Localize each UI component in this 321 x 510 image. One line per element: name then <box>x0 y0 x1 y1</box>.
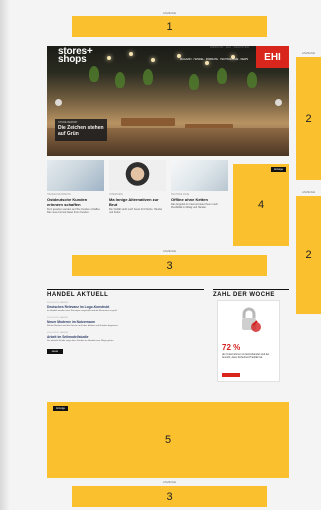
ad-label: Anzeige <box>301 51 316 55</box>
news-item[interactable]: 03.04.2023 | HANDEL Deutsches Relevanz i… <box>47 302 204 313</box>
ehi-logo[interactable]: EHI <box>256 46 289 68</box>
number-of-week-card[interactable]: 72 % der Unternehmen im Einzelhandel sin… <box>217 300 280 382</box>
news-kicker: 03.04.2023 | HANDEL <box>47 302 69 304</box>
ad-number: 5 <box>164 434 172 446</box>
teaser-kicker: INTERVIEW <box>109 193 123 196</box>
teaser-title[interactable]: Ma Innige Alternativen zur Brut <box>109 197 166 207</box>
teaser-card[interactable]: HANDELSFORMATE Ostdeutsche Kunden erinne… <box>47 160 104 240</box>
news-text: Mit der Neuheit wird die Frische im Foku… <box>47 325 119 327</box>
ad-number: 1 <box>166 20 173 33</box>
site-header: stores+ shops WEBSITE · EHI · REGISTER M… <box>47 45 289 68</box>
ad-banner-top[interactable]: Anzeige 1 <box>72 11 267 37</box>
news-item[interactable]: 03.04.2023 | HANDEL Arbeit im Seilmodell… <box>47 332 204 343</box>
hero-kicker: STORE REPORT <box>58 121 78 124</box>
teaser-title[interactable]: Ostdeutsche Kunden erinnern schaffen <box>47 197 104 207</box>
teaser-card[interactable]: TECHNOLOGIE Offline ohne Ketten Das Ange… <box>171 160 228 240</box>
news-section: HANDEL AKTUELL 03.04.2023 | HANDEL Deuts… <box>47 289 204 389</box>
news-title[interactable]: Neuer Moderne im Nutzerraum <box>47 320 204 324</box>
ad-label: Anzeige <box>162 480 177 484</box>
hero-title[interactable]: Die Zeichen stehen auf Grün <box>58 125 104 137</box>
teaser-image[interactable] <box>47 160 104 191</box>
previous-arrow-icon[interactable] <box>55 99 62 106</box>
next-arrow-icon[interactable] <box>275 99 282 106</box>
news-title[interactable]: Arbeit im Seilmodellstudie <box>47 335 204 339</box>
teaser-text: Die Vielfalt steht noch heute für Frisch… <box>109 208 162 214</box>
news-kicker: 03.04.2023 | HANDEL <box>47 317 69 319</box>
teaser-kicker: HANDELSFORMATE <box>47 193 71 196</box>
page: Anzeige 1 STORE REPORT Die Zeichen stehe… <box>0 0 321 510</box>
ad-number: 2 <box>305 112 312 125</box>
teaser-image[interactable] <box>109 160 166 191</box>
utility-links[interactable]: WEBSITE · EHI · REGISTER <box>210 45 249 49</box>
ad-label: Anzeige <box>301 190 316 194</box>
ad-label: Anzeige <box>162 11 177 15</box>
ad-number: 3 <box>166 490 173 503</box>
news-text: Im Handel werden neue Konzepte vorgestel… <box>47 310 118 312</box>
teaser-text: Kurz gesehen werden auf Ihre Kunden scha… <box>47 208 101 214</box>
teaser-image[interactable] <box>171 160 228 191</box>
ad-skyscraper-1[interactable]: Anzeige 2 <box>296 51 321 180</box>
teaser-text: Das Angebot im Internet bietet Ihnen meh… <box>171 203 218 209</box>
news-section-title: HANDEL AKTUELL <box>47 289 204 298</box>
page-edge <box>0 0 10 510</box>
ad-skyscraper-2[interactable]: Anzeige 2 <box>296 190 321 314</box>
ad-number: 3 <box>166 259 173 272</box>
teaser-kicker: TECHNOLOGIE <box>171 193 190 196</box>
news-text: Die aktuelle Studie zeigt, dass Kunden i… <box>47 340 114 342</box>
ad-tag: Anzeige <box>53 406 69 411</box>
ad-banner-bottom[interactable]: Anzeige 3 <box>72 480 267 507</box>
teaser-title[interactable]: Offline ohne Ketten <box>171 197 228 202</box>
ad-banner-middle[interactable]: Anzeige 3 <box>72 249 267 276</box>
ad-tag: Anzeige <box>270 167 286 172</box>
news-kicker: 03.04.2023 | HANDEL <box>47 332 69 334</box>
number-of-week-title: ZAHL DER WOCHE <box>213 289 289 298</box>
site-logo[interactable]: stores+ shops <box>58 47 93 65</box>
ad-box-4[interactable]: Anzeige 4 <box>233 164 289 246</box>
ad-number: 4 <box>257 199 265 211</box>
main-nav[interactable]: MAGAZIN · HANDEL · FORMATE · TECHNOLOGIE… <box>180 58 248 61</box>
number-of-week-text: der Unternehmen im Einzelhandel sind der… <box>222 353 270 359</box>
ehi-source-badge <box>222 373 240 377</box>
lock-icon <box>242 307 261 332</box>
news-title[interactable]: Deutsches Relevanz im Logo-Konstrukt <box>47 305 204 309</box>
teaser-row: HANDELSFORMATE Ostdeutsche Kunden erinne… <box>47 160 229 242</box>
number-of-week-value: 72 % <box>222 343 241 352</box>
ad-number: 2 <box>305 249 312 261</box>
ad-box-5[interactable]: Anzeige 5 <box>47 402 289 478</box>
hero-caption[interactable]: STORE REPORT Die Zeichen stehen auf Grün <box>55 119 107 141</box>
news-item[interactable]: 03.04.2023 | HANDEL Neuer Moderne im Nut… <box>47 317 204 328</box>
teaser-card[interactable]: INTERVIEW Ma Innige Alternativen zur Bru… <box>109 160 166 240</box>
ad-label: Anzeige <box>162 249 177 253</box>
news-more-button[interactable]: MEHR <box>47 349 63 354</box>
number-of-week: ZAHL DER WOCHE 72 % der Unternehmen im E… <box>213 289 289 385</box>
